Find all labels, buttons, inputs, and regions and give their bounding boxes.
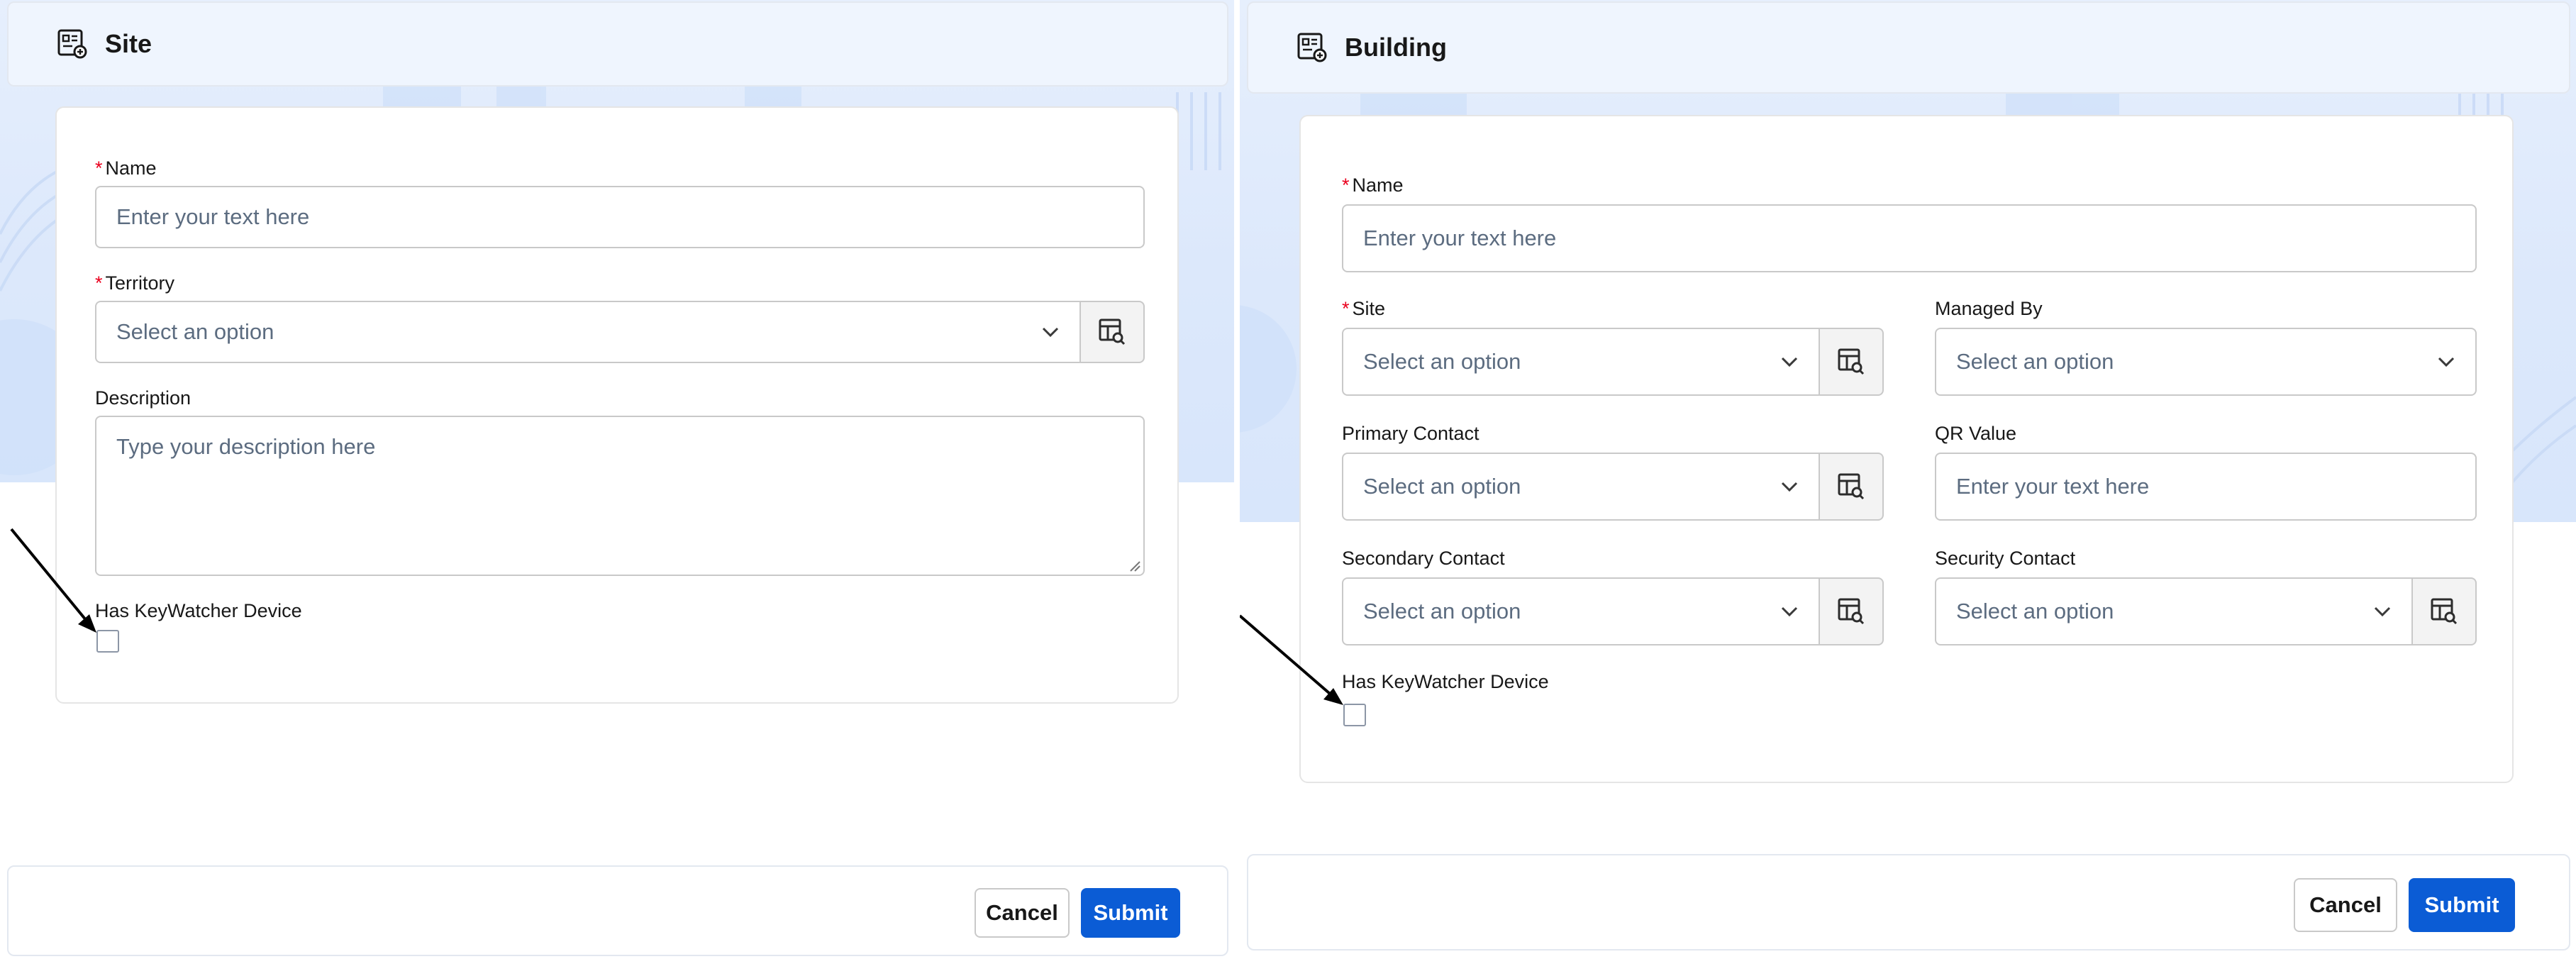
territory-lookup-button[interactable] [1081, 301, 1145, 363]
description-placeholder: Type your description here [116, 434, 376, 459]
security-contact-field: Security Contact Select an option [1935, 546, 2477, 645]
page-header: Site [7, 1, 1228, 87]
keywatcher-field: Has KeyWatcher Device [1342, 670, 1697, 741]
name-label-text: Name [1352, 174, 1404, 196]
page-title: Building [1345, 33, 1447, 62]
secondary-contact-lookup-button[interactable] [1820, 577, 1884, 645]
required-indicator: * [1342, 174, 1350, 196]
form-footer: Cancel Submit [1247, 854, 2570, 950]
page-header: Building [1247, 1, 2570, 94]
submit-button[interactable]: Submit [1081, 888, 1180, 938]
table-search-icon [1099, 318, 1126, 345]
chevron-down-icon [2437, 356, 2455, 367]
page-title: Site [105, 29, 152, 58]
name-label: * Name [1342, 173, 2477, 197]
table-search-icon [2431, 598, 2458, 625]
site-select[interactable]: Select an option [1342, 328, 1820, 396]
description-field: Description Type your description here [95, 386, 1145, 577]
site-lookup-button[interactable] [1820, 328, 1884, 396]
record-form-icon [57, 28, 88, 60]
site-form-panel: Site * Name Enter your text here * Territo… [0, 0, 1234, 959]
qr-value-input[interactable]: Enter your text here [1935, 453, 2477, 521]
security-contact-lookup-button[interactable] [2413, 577, 2477, 645]
primary-contact-placeholder: Select an option [1363, 474, 1521, 499]
cancel-button[interactable]: Cancel [975, 888, 1070, 938]
site-form-card: * Name Enter your text here * Territory Se… [55, 106, 1179, 704]
name-input[interactable]: Enter your text here [1342, 204, 2477, 272]
required-indicator: * [95, 157, 103, 179]
cancel-button[interactable]: Cancel [2294, 878, 2397, 932]
managed-by-select[interactable]: Select an option [1935, 328, 2477, 396]
territory-select[interactable]: Select an option [95, 301, 1081, 363]
description-label: Description [95, 387, 191, 409]
submit-button[interactable]: Submit [2409, 878, 2515, 932]
security-contact-combobox: Select an option [1935, 577, 2477, 645]
table-search-icon [1838, 598, 1865, 625]
security-contact-placeholder: Select an option [1956, 599, 2114, 623]
building-form-card: * Name Enter your text here * Site Select … [1299, 115, 2514, 783]
managed-by-combobox: Select an option [1935, 328, 2477, 396]
primary-contact-select[interactable]: Select an option [1342, 453, 1820, 521]
form-footer: Cancel Submit [7, 865, 1228, 956]
keywatcher-label: Has KeyWatcher Device [1342, 671, 1549, 692]
secondary-contact-combobox: Select an option [1342, 577, 1884, 645]
territory-label: * Territory [95, 271, 1145, 295]
qr-value-label: QR Value [1935, 423, 2017, 444]
security-contact-select[interactable]: Select an option [1935, 577, 2413, 645]
name-label-text: Name [105, 157, 157, 179]
primary-contact-combobox: Select an option [1342, 453, 1884, 521]
name-field: * Name Enter your text here [95, 156, 1145, 250]
site-field: * Site Select an option [1342, 296, 1884, 396]
security-contact-label: Security Contact [1935, 548, 2076, 569]
chevron-down-icon [1780, 356, 1799, 367]
territory-field: * Territory Select an option [95, 271, 1145, 365]
building-form-panel: Building * Name Enter your text here * Sit… [1240, 0, 2576, 959]
secondary-contact-select[interactable]: Select an option [1342, 577, 1820, 645]
description-textarea[interactable]: Type your description here [95, 416, 1145, 576]
managed-by-placeholder: Select an option [1956, 349, 2114, 374]
resize-handle[interactable] [1129, 560, 1140, 572]
name-input-placeholder: Enter your text here [116, 204, 310, 229]
chevron-down-icon [1041, 326, 1060, 338]
required-indicator: * [1342, 298, 1350, 319]
keywatcher-checkbox[interactable] [1343, 704, 1366, 726]
keywatcher-label: Has KeyWatcher Device [95, 600, 302, 621]
keywatcher-field: Has KeyWatcher Device [95, 599, 450, 663]
name-input[interactable]: Enter your text here [95, 186, 1145, 248]
territory-combobox: Select an option [95, 301, 1145, 363]
secondary-contact-label: Secondary Contact [1342, 548, 1505, 569]
managed-by-label: Managed By [1935, 298, 2043, 319]
table-search-icon [1838, 348, 1865, 375]
chevron-down-icon [1780, 481, 1799, 492]
site-label: * Site [1342, 296, 1884, 321]
qr-value-placeholder: Enter your text here [1956, 474, 2150, 499]
managed-by-field: Managed By Select an option [1935, 296, 2477, 396]
chevron-down-icon [1780, 606, 1799, 617]
territory-label-text: Territory [105, 272, 175, 294]
name-input-placeholder: Enter your text here [1363, 226, 1557, 250]
territory-placeholder: Select an option [116, 319, 274, 344]
secondary-contact-placeholder: Select an option [1363, 599, 1521, 623]
table-search-icon [1838, 473, 1865, 500]
record-form-icon [1297, 32, 1328, 63]
name-field: * Name Enter your text here [1342, 173, 2477, 272]
qr-value-field: QR Value Enter your text here [1935, 421, 2477, 521]
site-combobox: Select an option [1342, 328, 1884, 396]
primary-contact-field: Primary Contact Select an option [1342, 421, 1884, 521]
name-label: * Name [95, 156, 1145, 180]
primary-contact-lookup-button[interactable] [1820, 453, 1884, 521]
required-indicator: * [95, 272, 103, 294]
secondary-contact-field: Secondary Contact Select an option [1342, 546, 1884, 645]
site-placeholder: Select an option [1363, 349, 1521, 374]
site-label-text: Site [1352, 298, 1386, 319]
primary-contact-label: Primary Contact [1342, 423, 1479, 444]
keywatcher-checkbox[interactable] [96, 630, 119, 653]
chevron-down-icon [2373, 606, 2392, 617]
